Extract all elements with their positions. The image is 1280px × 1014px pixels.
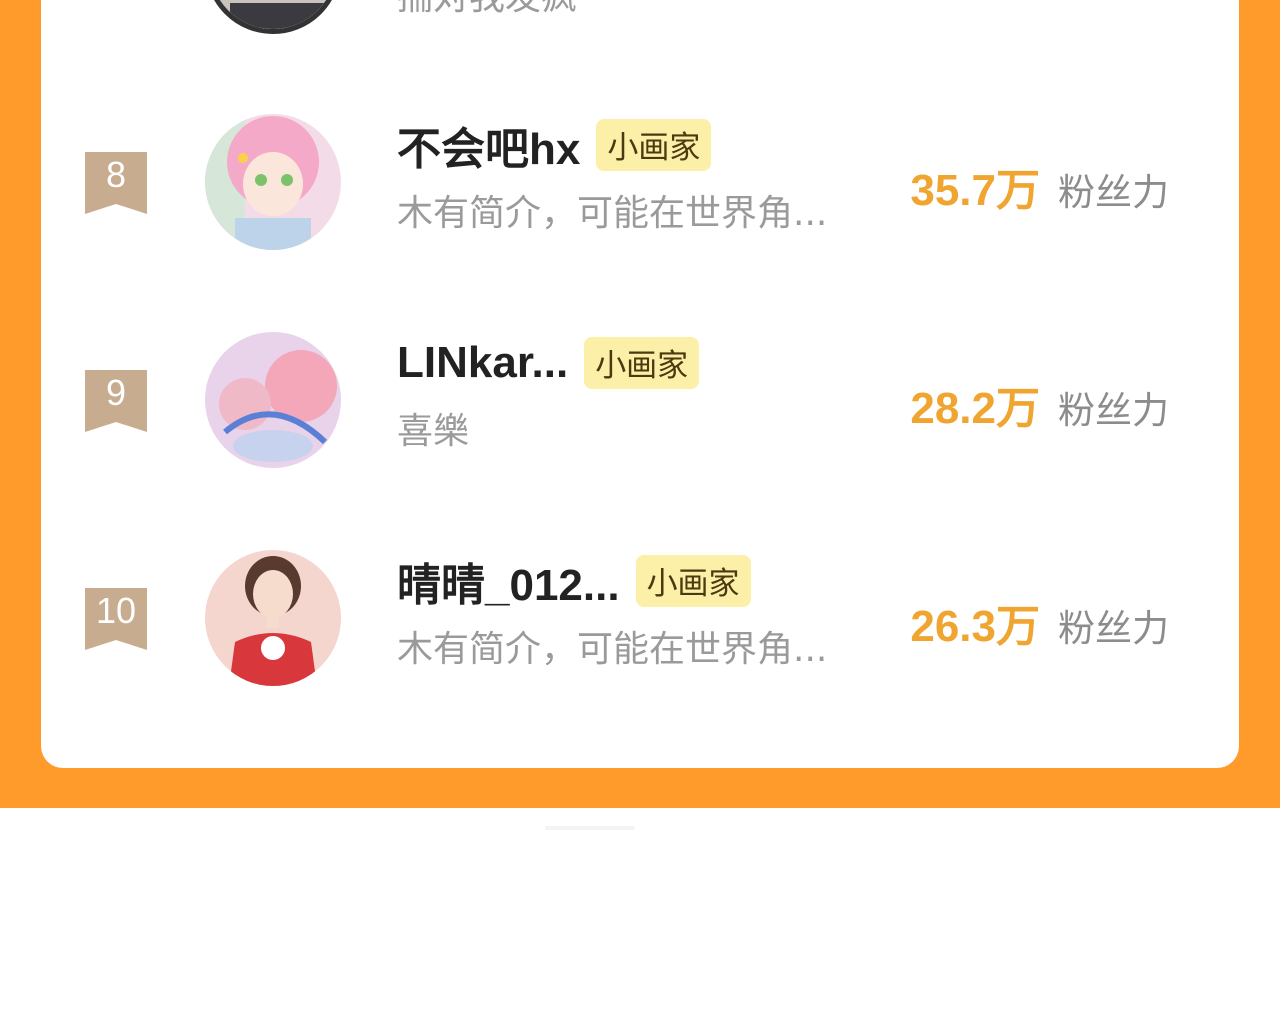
username[interactable]: 不会吧hx — [397, 113, 580, 177]
avatar[interactable] — [205, 332, 341, 468]
level-tag: 小画家 — [596, 119, 712, 171]
avatar[interactable] — [205, 114, 341, 250]
rank-number: 10 — [95, 590, 137, 631]
user-bio: 揣对我发疯 — [397, 0, 577, 20]
rank-ribbon-icon: 10 — [85, 588, 147, 650]
ranking-row[interactable]: 9 LINkar... 小画家 喜樂 28.2万 粉丝力 — [41, 330, 1239, 470]
avatar[interactable] — [205, 0, 341, 34]
fan-power: 35.7万 粉丝力 — [910, 154, 1169, 218]
home-indicator — [545, 826, 635, 830]
ranking-row-7-partial[interactable]: 揣对我发疯 — [41, 0, 1239, 38]
rank-number: 8 — [105, 154, 127, 195]
rank-number: 9 — [105, 372, 127, 413]
username[interactable]: 晴晴_012... — [397, 549, 620, 613]
fan-power: 28.2万 粉丝力 — [910, 372, 1169, 436]
ranking-card: 揣对我发疯 8 不会吧hx 小画家 木有简介，可能在世界角... 3 — [41, 0, 1239, 768]
name-line: LINkar... 小画家 — [397, 334, 700, 392]
fan-power-label: 粉丝力 — [1058, 389, 1169, 432]
fan-power-label: 粉丝力 — [1058, 607, 1169, 650]
user-bio: 喜樂 — [397, 411, 470, 452]
user-bio: 木有简介，可能在世界角... — [397, 193, 828, 234]
user-bio: 木有简介，可能在世界角... — [397, 629, 828, 670]
name-line: 不会吧hx 小画家 — [397, 113, 712, 177]
fan-power-value: 26.3万 — [910, 602, 1040, 651]
rank-ribbon-icon: 8 — [85, 152, 147, 214]
level-tag: 小画家 — [584, 337, 700, 389]
ranking-row[interactable]: 8 不会吧hx 小画家 木有简介，可能在世界角... 35.7万 粉丝力 — [41, 112, 1239, 252]
fan-power-value: 35.7万 — [910, 166, 1040, 215]
avatar[interactable] — [205, 550, 341, 686]
rank-ribbon-icon: 9 — [85, 370, 147, 432]
fan-power: 26.3万 粉丝力 — [910, 590, 1169, 654]
name-line: 晴晴_012... 小画家 — [397, 552, 751, 610]
level-tag: 小画家 — [635, 555, 751, 607]
fan-power-label: 粉丝力 — [1058, 171, 1169, 214]
ranking-row[interactable]: 10 晴晴_012... 小画家 木有简介，可能在世界角... 26.3万 粉丝… — [41, 548, 1239, 688]
username[interactable]: LINkar... — [397, 338, 568, 388]
fan-power-value: 28.2万 — [910, 384, 1040, 433]
